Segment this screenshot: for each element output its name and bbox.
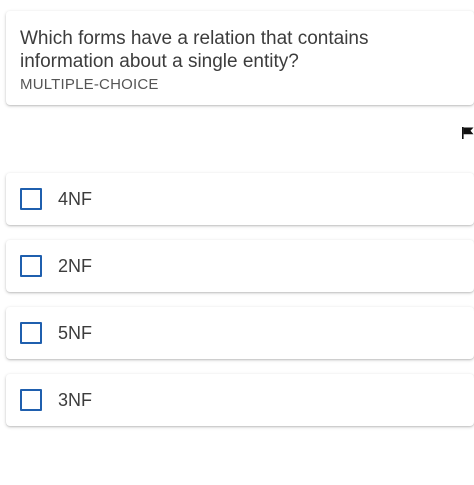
option-4nf[interactable]: 4NF [6, 173, 474, 225]
checkbox[interactable] [20, 389, 42, 411]
option-2nf[interactable]: 2NF [6, 240, 474, 292]
quiz-page: Which forms have a relation that contain… [0, 0, 474, 485]
question-type-label: MULTIPLE-CHOICE [20, 76, 159, 93]
option-5nf[interactable]: 5NF [6, 307, 474, 359]
flag-icon[interactable] [462, 126, 474, 139]
checkbox[interactable] [20, 322, 42, 344]
question-text: Which forms have a relation that contain… [20, 28, 369, 72]
question-card: Which forms have a relation that contain… [6, 11, 474, 105]
option-label: 5NF [58, 322, 93, 343]
checkbox[interactable] [20, 255, 42, 277]
option-label: 3NF [58, 389, 93, 410]
checkbox[interactable] [20, 188, 42, 210]
option-label: 2NF [58, 255, 93, 276]
option-3nf[interactable]: 3NF [6, 374, 474, 426]
option-label: 4NF [58, 188, 93, 209]
